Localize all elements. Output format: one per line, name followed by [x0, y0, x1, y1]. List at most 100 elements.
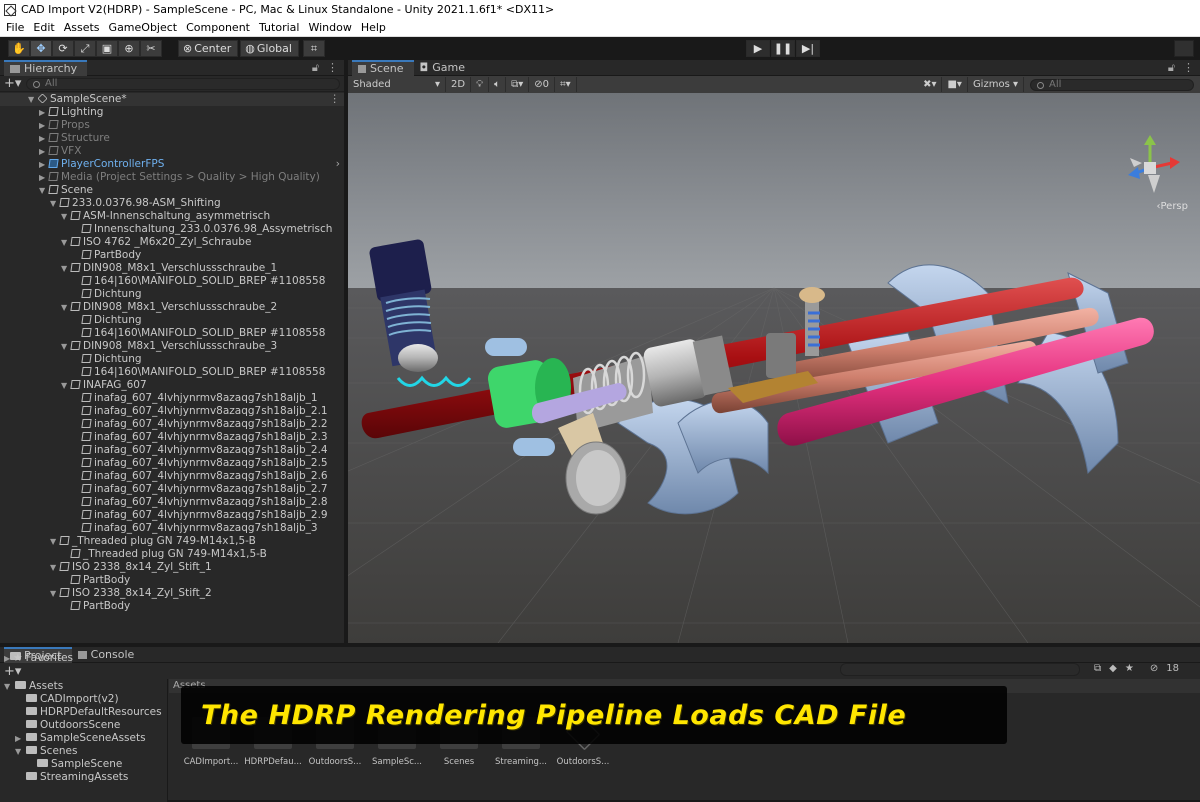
- grid-toggle-icon[interactable]: ⌗▾: [555, 77, 577, 92]
- hierarchy-row[interactable]: inafag_607_4lvhjynrmv8azaqg7sh18aljb_3: [0, 522, 344, 535]
- expanded-arrow-icon[interactable]: ▼: [50, 197, 60, 210]
- collapsed-arrow-icon[interactable]: ▶: [39, 145, 49, 158]
- expanded-arrow-icon[interactable]: ▼: [61, 210, 71, 223]
- project-folder-row[interactable]: ▼ Scenes: [0, 745, 167, 758]
- expanded-arrow-icon[interactable]: ▼: [50, 561, 60, 574]
- favorites-row[interactable]: ▶ ★ Favorites: [0, 652, 167, 665]
- expanded-arrow-icon[interactable]: ▼: [61, 236, 71, 249]
- hierarchy-row[interactable]: inafag_607_4lvhjynrmv8azaqg7sh18aljb_2.7: [0, 483, 344, 496]
- menu-help[interactable]: Help: [361, 21, 386, 34]
- project-folder-row[interactable]: HDRPDefaultResources: [0, 706, 167, 719]
- hierarchy-row[interactable]: ▼ DIN908_M8x1_Verschlussschraube_2: [0, 301, 344, 314]
- hierarchy-row[interactable]: Dichtung: [0, 353, 344, 366]
- hierarchy-row[interactable]: Dichtung: [0, 314, 344, 327]
- hierarchy-row[interactable]: ▼ INAFAG_607: [0, 379, 344, 392]
- hierarchy-row[interactable]: inafag_607_4lvhjynrmv8azaqg7sh18aljb_2.5: [0, 457, 344, 470]
- hierarchy-row[interactable]: ▶ Media (Project Settings > Quality > Hig…: [0, 171, 344, 184]
- hierarchy-row[interactable]: ▶ Props: [0, 119, 344, 132]
- toggle-2d-button[interactable]: 2D: [446, 77, 472, 92]
- hierarchy-row[interactable]: ▶ PlayerControllerFPS ›: [0, 158, 344, 171]
- hierarchy-row[interactable]: ▼ Scene: [0, 184, 344, 197]
- project-folder-row[interactable]: CADImport(v2): [0, 693, 167, 706]
- hidden-packages-button[interactable]: ⊘ 18: [1142, 663, 1179, 674]
- hand-tool-button[interactable]: ✋: [8, 40, 30, 57]
- play-button[interactable]: ▶: [746, 40, 770, 57]
- hierarchy-row[interactable]: Innenschaltung_233.0.0376.98_Assymetrisc…: [0, 223, 344, 236]
- hierarchy-row[interactable]: inafag_607_4lvhjynrmv8azaqg7sh18aljb_1: [0, 392, 344, 405]
- menu-window[interactable]: Window: [308, 21, 351, 34]
- scene-menu-icon[interactable]: ⋮: [1183, 61, 1194, 74]
- hierarchy-row[interactable]: inafag_607_4lvhjynrmv8azaqg7sh18aljb_2.8: [0, 496, 344, 509]
- project-folder-row[interactable]: SampleScene: [0, 758, 167, 771]
- scale-tool-button[interactable]: ⤢: [74, 40, 96, 57]
- scene-lock-icon[interactable]: 🔓︎: [1168, 61, 1175, 75]
- projection-label[interactable]: ‹Persp: [1157, 201, 1189, 212]
- hierarchy-row[interactable]: ▼ ISO 2338_8x14_Zyl_Stift_2: [0, 587, 344, 600]
- scene-search-input[interactable]: All: [1030, 78, 1194, 91]
- hierarchy-row[interactable]: inafag_607_4lvhjynrmv8azaqg7sh18aljb_2.1: [0, 405, 344, 418]
- filter-by-label-icon[interactable]: ◆: [1109, 663, 1117, 674]
- hierarchy-row[interactable]: ▼ ASM-Innenschaltung_asymmetrisch: [0, 210, 344, 223]
- expanded-arrow-icon[interactable]: ▼: [28, 93, 38, 106]
- grid-snap-button[interactable]: ⌗: [302, 40, 325, 57]
- rotate-tool-button[interactable]: ⟳: [52, 40, 74, 57]
- hierarchy-row[interactable]: 164|160\MANIFOLD_SOLID_BREP #1108558: [0, 275, 344, 288]
- hierarchy-row[interactable]: PartBody: [0, 574, 344, 587]
- expanded-arrow-icon[interactable]: ▼: [50, 587, 60, 600]
- create-dropdown-icon[interactable]: +▾: [4, 76, 26, 91]
- tab-scene[interactable]: Scene: [352, 59, 414, 76]
- hierarchy-row[interactable]: ▼ ISO 2338_8x14_Zyl_Stift_1: [0, 561, 344, 574]
- expanded-arrow-icon[interactable]: ▼: [50, 535, 60, 548]
- move-tool-button[interactable]: ✥: [30, 40, 52, 57]
- collapsed-arrow-icon[interactable]: ▶: [39, 158, 49, 171]
- draw-mode-dropdown[interactable]: Shaded ▾: [348, 77, 446, 92]
- hierarchy-row[interactable]: inafag_607_4lvhjynrmv8azaqg7sh18aljb_2.2: [0, 418, 344, 431]
- effects-dropdown-icon[interactable]: ⧉▾: [506, 77, 530, 92]
- project-folder-row[interactable]: ▶ SampleSceneAssets: [0, 732, 167, 745]
- menu-component[interactable]: Component: [186, 21, 250, 34]
- expanded-arrow-icon[interactable]: ▼: [61, 379, 71, 392]
- custom-tool-button[interactable]: ✂: [140, 40, 162, 57]
- menu-gameobject[interactable]: GameObject: [109, 21, 178, 34]
- collapsed-arrow-icon[interactable]: ▶: [39, 132, 49, 145]
- scene-viewport[interactable]: ‹Persp: [348, 93, 1200, 643]
- hierarchy-row[interactable]: ▼ 233.0.0376.98-ASM_Shifting: [0, 197, 344, 210]
- pause-button[interactable]: ❚❚: [771, 40, 795, 57]
- menu-tutorial[interactable]: Tutorial: [259, 21, 299, 34]
- hierarchy-row[interactable]: ▼ DIN908_M8x1_Verschlussschraube_1: [0, 262, 344, 275]
- hierarchy-row[interactable]: ▶ Structure: [0, 132, 344, 145]
- camera-dropdown-icon[interactable]: ■▾: [942, 77, 968, 92]
- expanded-arrow-icon[interactable]: ▼: [61, 262, 71, 275]
- hierarchy-row[interactable]: ▶ VFX: [0, 145, 344, 158]
- project-folder-row[interactable]: StreamingAssets: [0, 771, 167, 784]
- hierarchy-row[interactable]: _Threaded plug GN 749-M14x1,5-B: [0, 548, 344, 561]
- gizmos-dropdown[interactable]: Gizmos ▾: [968, 77, 1024, 92]
- project-folder-row[interactable]: ▼ Assets: [0, 680, 167, 693]
- project-create-icon[interactable]: +▾: [4, 664, 26, 679]
- expanded-arrow-icon[interactable]: ▼: [15, 745, 26, 758]
- lighting-toggle-icon[interactable]: 💡︎: [471, 77, 490, 92]
- hidden-objects-button[interactable]: ⊘ 0: [529, 77, 555, 92]
- rect-tool-button[interactable]: ▣: [96, 40, 118, 57]
- menu-assets[interactable]: Assets: [64, 21, 100, 34]
- expanded-arrow-icon[interactable]: ▼: [61, 301, 71, 314]
- audio-toggle-icon[interactable]: 🔈︎: [489, 77, 507, 92]
- project-folder-row[interactable]: OutdoorsScene: [0, 719, 167, 732]
- scene-menu-kebab-icon[interactable]: ⋮: [330, 93, 341, 106]
- pivot-global-toggle[interactable]: ◍ Global: [240, 40, 299, 57]
- menu-edit[interactable]: Edit: [33, 21, 54, 34]
- hierarchy-row[interactable]: inafag_607_4lvhjynrmv8azaqg7sh18aljb_2.6: [0, 470, 344, 483]
- hierarchy-row[interactable]: PartBody: [0, 600, 344, 613]
- tab-hierarchy[interactable]: Hierarchy: [4, 59, 88, 76]
- layout-button[interactable]: [1174, 40, 1194, 57]
- hierarchy-row[interactable]: 164|160\MANIFOLD_SOLID_BREP #1108558: [0, 366, 344, 379]
- menu-file[interactable]: File: [6, 21, 24, 34]
- hierarchy-row[interactable]: PartBody: [0, 249, 344, 262]
- hierarchy-row[interactable]: inafag_607_4lvhjynrmv8azaqg7sh18aljb_2.3: [0, 431, 344, 444]
- tab-game[interactable]: ◘ Game: [414, 60, 475, 76]
- pivot-center-toggle[interactable]: ⊗ Center: [178, 40, 239, 57]
- favorite-star-icon[interactable]: ★: [1125, 663, 1134, 674]
- lock-icon[interactable]: 🔓︎: [312, 61, 319, 75]
- expanded-arrow-icon[interactable]: ▼: [39, 184, 49, 197]
- filter-by-type-icon[interactable]: ⧉: [1094, 663, 1101, 674]
